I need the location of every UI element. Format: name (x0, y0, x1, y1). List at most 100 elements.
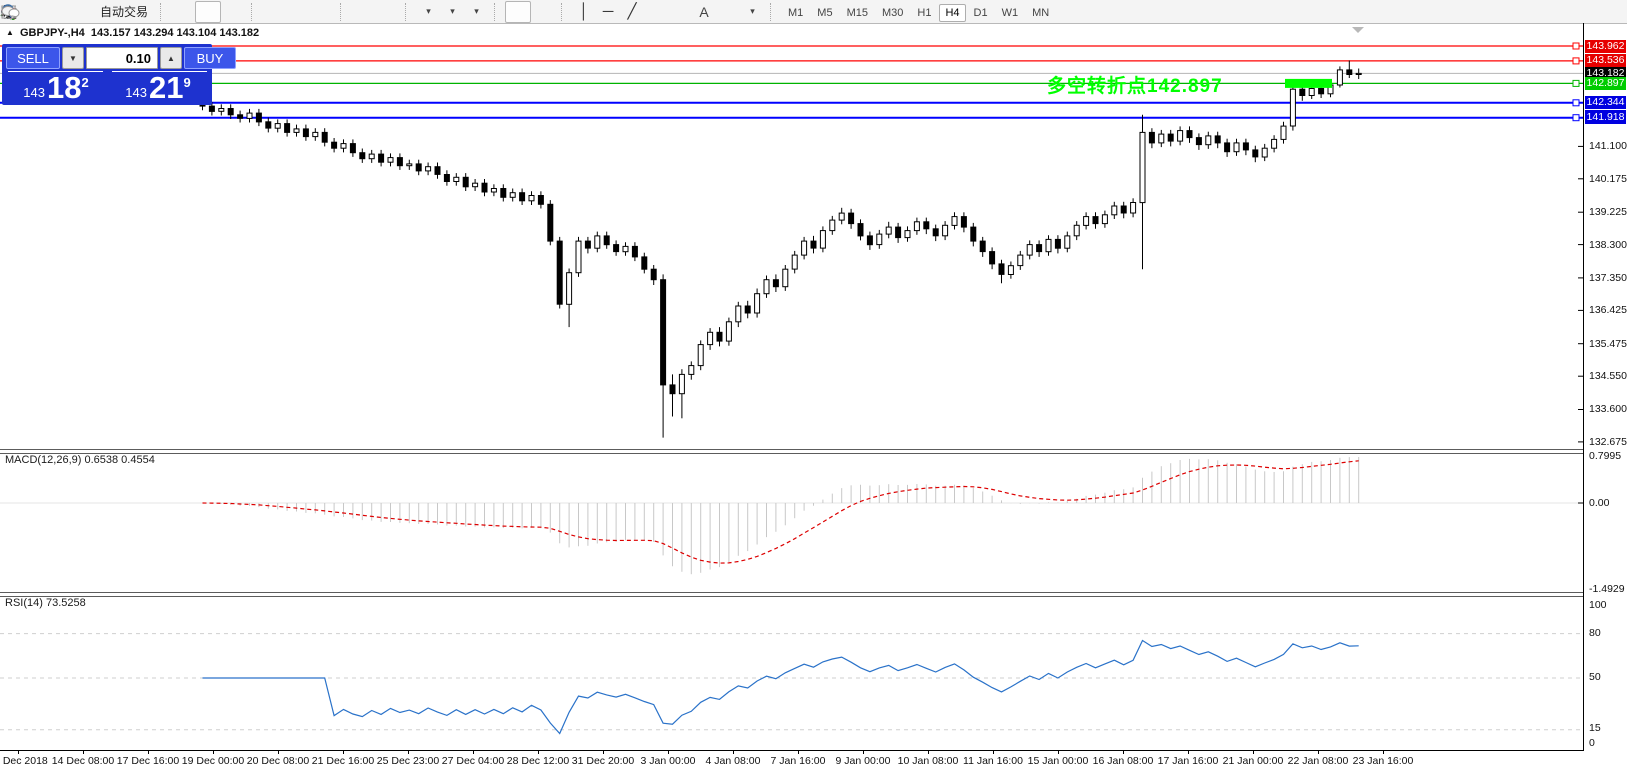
time-label: 28 Dec 12:00 (507, 755, 569, 767)
buy-button[interactable]: BUY (184, 47, 236, 69)
time-tick (538, 751, 539, 754)
time-label: 17 Jan 16:00 (1158, 755, 1219, 767)
time-label: 9 Jan 00:00 (836, 755, 891, 767)
time-label: 3 Jan 00:00 (641, 755, 696, 767)
time-label: 21 Dec 16:00 (312, 755, 374, 767)
timeframe-MN[interactable]: MN (1026, 4, 1055, 22)
market-watch-icon[interactable] (24, 2, 48, 22)
time-tick (1253, 751, 1254, 754)
toolbar: 单 自动交易 ▾ ▾ ▾ │ ─ ╱ E F A T ▾ M1M5M15M30H… (0, 0, 1627, 24)
price-level-label: 142.344 (1585, 96, 1626, 109)
tile-windows-icon[interactable] (310, 2, 334, 22)
time-tick (603, 751, 604, 754)
price-tick-label: 135.475 (1589, 338, 1627, 350)
macd-scale-label: 0.7995 (1589, 450, 1627, 462)
rsi-scale-label: 15 (1589, 722, 1627, 734)
sell-button[interactable]: SELL (6, 47, 60, 69)
rsi-pane[interactable] (0, 595, 1584, 750)
time-label: 15 Jan 00:00 (1028, 755, 1089, 767)
signals-icon[interactable] (72, 2, 96, 22)
trendline-tool[interactable]: ╱ (620, 2, 644, 22)
toolbar-separator (561, 3, 569, 21)
volume-down-button[interactable]: ▼ (62, 47, 84, 69)
price-tick-label: 141.100 (1589, 140, 1627, 152)
timeframe-H4[interactable]: H4 (939, 4, 965, 22)
pivot-highlight-bar (1285, 79, 1332, 88)
autotrading-button[interactable]: 自动交易 (96, 2, 154, 22)
search-icon[interactable] (1571, 2, 1595, 22)
toolbar-separator (340, 3, 348, 21)
price-tick-label: 138.300 (1589, 239, 1627, 251)
main-chart-pane[interactable] (0, 24, 1584, 449)
crosshair-icon[interactable] (531, 2, 555, 22)
time-tick (798, 751, 799, 754)
chart-shift-icon[interactable] (375, 2, 399, 22)
sell-price[interactable]: 143182 (6, 73, 106, 103)
buy-price[interactable]: 143219 (108, 73, 208, 103)
bar-chart-icon[interactable] (171, 2, 195, 22)
time-tick (473, 751, 474, 754)
new-chart-dropdown[interactable]: ▾ (416, 2, 440, 22)
timeframe-M15[interactable]: M15 (841, 4, 874, 22)
price-tick-label: 132.675 (1589, 436, 1627, 448)
price-tick-label: 137.350 (1589, 272, 1627, 284)
toolbar-separator (494, 3, 502, 21)
timeframes-dropdown[interactable]: ▾ (440, 2, 464, 22)
autoscroll-icon[interactable] (351, 2, 375, 22)
timeframe-M5[interactable]: M5 (811, 4, 838, 22)
time-tick (278, 751, 279, 754)
time-label: 23 Jan 16:00 (1353, 755, 1414, 767)
time-tick (83, 751, 84, 754)
time-tick (148, 751, 149, 754)
candlestick-chart-icon[interactable] (195, 1, 221, 23)
rsi-line (203, 641, 1359, 734)
time-label: 7 Jan 16:00 (771, 755, 826, 767)
line-anchor (1573, 58, 1579, 64)
price-level-label: 143.962 (1585, 40, 1626, 53)
time-label: 31 Dec 20:00 (572, 755, 634, 767)
macd-pane[interactable] (0, 452, 1584, 592)
price-level-label: 142.897 (1585, 77, 1626, 90)
time-axis[interactable]: 13 Dec 201814 Dec 08:0017 Dec 16:0019 De… (0, 751, 1627, 771)
vertical-line-tool[interactable]: │ (572, 2, 596, 22)
equidistant-channel-tool[interactable]: E (644, 2, 668, 22)
timeframe-M1[interactable]: M1 (782, 4, 809, 22)
toolbar-separator (160, 3, 168, 21)
time-tick (1188, 751, 1189, 754)
time-tick (1383, 751, 1384, 754)
toolbar-separator (251, 3, 259, 21)
rsi-scale-label: 0 (1589, 737, 1627, 749)
chat-icon[interactable] (1595, 2, 1619, 22)
volume-up-button[interactable]: ▲ (160, 47, 182, 69)
text-tool[interactable]: A (692, 2, 716, 22)
toolbar-separator (405, 3, 413, 21)
indicators-dropdown[interactable]: ▾ (464, 2, 488, 22)
price-tick-label: 140.175 (1589, 173, 1627, 185)
time-label: 14 Dec 08:00 (52, 755, 114, 767)
price-tick-label: 134.550 (1589, 370, 1627, 382)
line-anchor (1573, 43, 1579, 49)
time-tick (18, 751, 19, 754)
price-tick-label: 139.225 (1589, 206, 1627, 218)
horizontal-line-tool[interactable]: ─ (596, 2, 620, 22)
price-scale-border (1583, 23, 1584, 751)
time-tick (1123, 751, 1124, 754)
time-label: 21 Jan 00:00 (1223, 755, 1284, 767)
time-label: 11 Jan 16:00 (963, 755, 1023, 767)
data-window-icon[interactable] (48, 2, 72, 22)
label-tool[interactable]: T (716, 2, 740, 22)
zoom-in-icon[interactable] (262, 2, 286, 22)
timeframe-M30[interactable]: M30 (876, 4, 909, 22)
pivot-annotation: 多空转折点142.897 (1047, 71, 1223, 98)
timeframe-H1[interactable]: H1 (911, 4, 937, 22)
time-label: 25 Dec 23:00 (377, 755, 439, 767)
line-chart-icon[interactable] (221, 2, 245, 22)
timeframe-W1[interactable]: W1 (996, 4, 1025, 22)
arrows-tool-dropdown[interactable]: ▾ (740, 2, 764, 22)
timeframe-D1[interactable]: D1 (968, 4, 994, 22)
fibonacci-tool[interactable]: F (668, 2, 692, 22)
volume-input[interactable] (86, 47, 158, 69)
zoom-out-icon[interactable] (286, 2, 310, 22)
rsi-scale-label: 80 (1589, 627, 1627, 639)
cursor-icon[interactable] (505, 1, 531, 23)
